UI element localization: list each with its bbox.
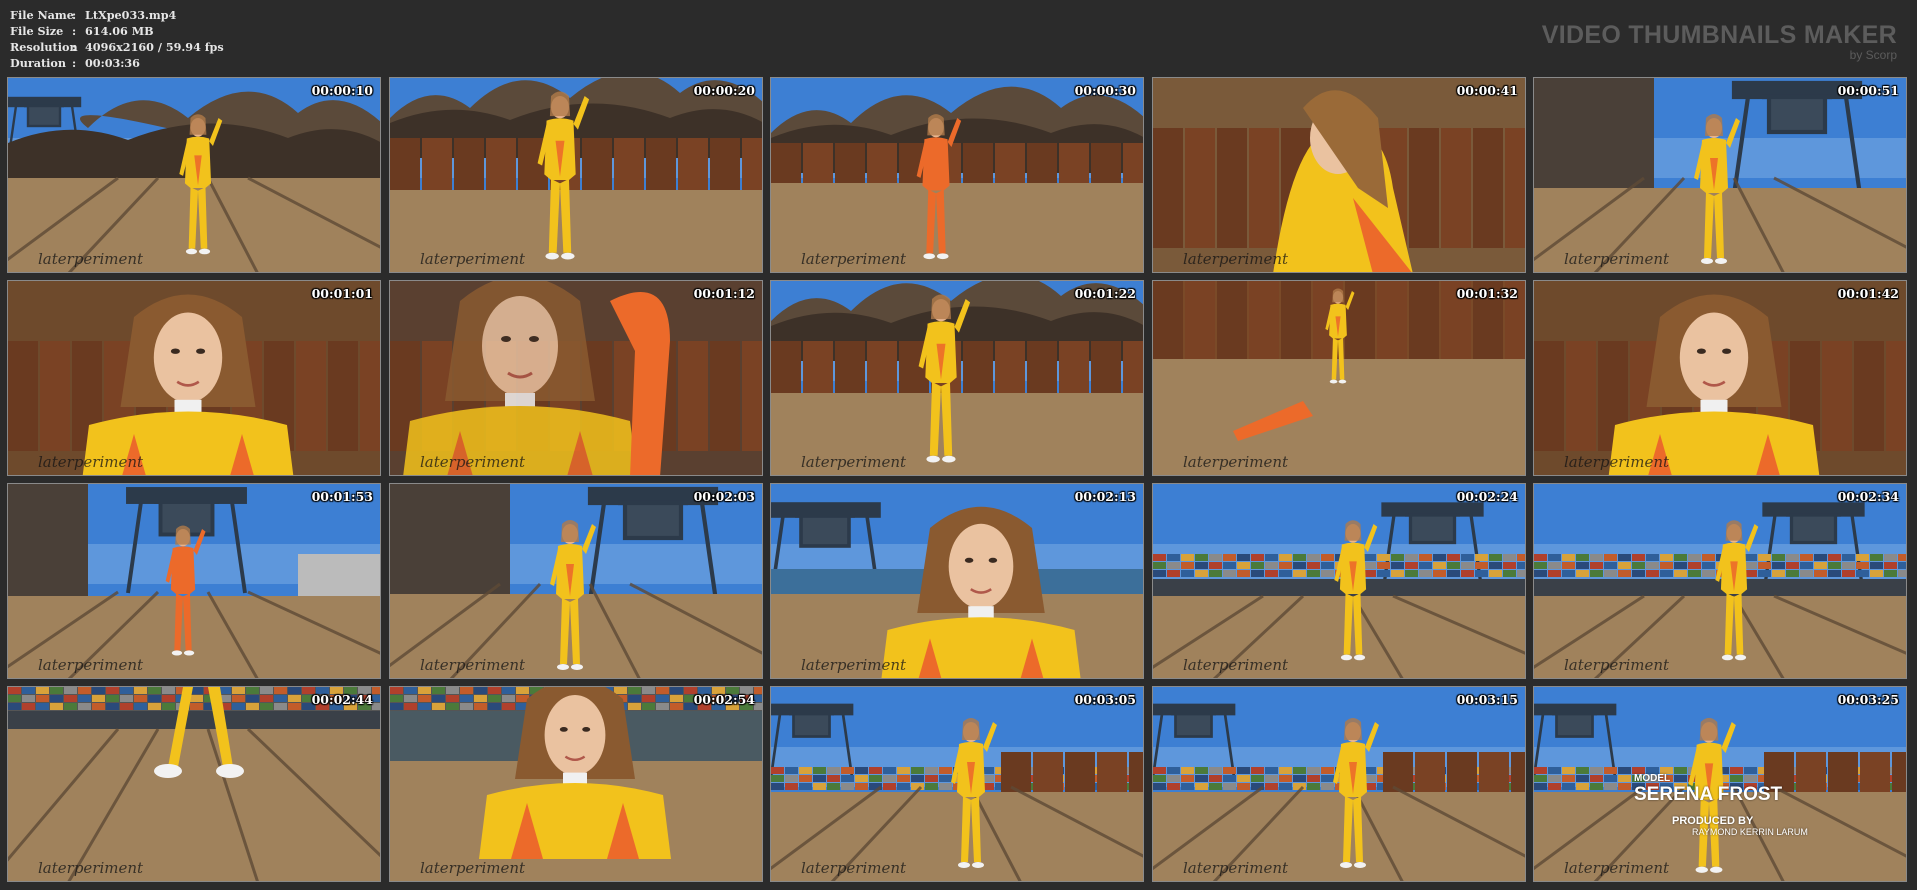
- watermark-logo: laterperiment: [420, 859, 526, 877]
- video-thumbnail: 00:02:13 laterperiment: [770, 483, 1144, 679]
- watermark-logo: laterperiment: [1183, 250, 1289, 268]
- model-label: MODEL: [1634, 773, 1671, 784]
- watermark-logo: laterperiment: [1564, 250, 1670, 268]
- thumbnail-image: [771, 78, 1143, 272]
- watermark-logo: laterperiment: [801, 656, 907, 674]
- watermark-logo: laterperiment: [801, 250, 907, 268]
- watermark-logo: laterperiment: [38, 250, 144, 268]
- timestamp-label: 00:01:53: [311, 489, 373, 504]
- video-thumbnail: 00:00:10 laterperiment: [7, 77, 381, 273]
- timestamp-label: 00:01:01: [311, 286, 373, 301]
- timestamp-label: 00:01:42: [1837, 286, 1899, 301]
- thumbnail-image: [8, 78, 380, 272]
- video-thumbnail: 00:03:05 laterperiment: [770, 686, 1144, 882]
- video-thumbnail: 00:00:30 laterperiment: [770, 77, 1144, 273]
- thumbnail-image: [1534, 281, 1906, 475]
- thumbnail-image: [1534, 78, 1906, 272]
- credits-overlay: MODEL SERENA FROST PRODUCED BY RAYMOND KERR…: [1634, 773, 1808, 838]
- video-thumbnail: 00:00:41 laterperiment: [1152, 77, 1526, 273]
- produced-by-label: PRODUCED BY: [1672, 815, 1754, 827]
- video-thumbnail: 00:01:53 laterperiment: [7, 483, 381, 679]
- thumbnail-image: [1153, 687, 1525, 881]
- model-name: SERENA FROST: [1634, 784, 1783, 805]
- video-thumbnail: 00:01:01 laterperiment: [7, 280, 381, 476]
- timestamp-label: 00:01:12: [693, 286, 755, 301]
- thumbnail-image: [1534, 484, 1906, 678]
- watermark-logo: laterperiment: [38, 656, 144, 674]
- video-thumbnail: 00:03:25 laterperiment MODEL SERENA FROST PR…: [1533, 686, 1907, 882]
- video-thumbnail: 00:02:44 laterperiment: [7, 686, 381, 882]
- watermark-logo: laterperiment: [1183, 859, 1289, 877]
- timestamp-label: 00:00:10: [311, 83, 373, 98]
- video-thumbnail: 00:02:34 laterperiment: [1533, 483, 1907, 679]
- timestamp-label: 00:03:25: [1837, 692, 1899, 707]
- watermark-logo: laterperiment: [420, 656, 526, 674]
- timestamp-label: 00:00:51: [1837, 83, 1899, 98]
- watermark-logo: laterperiment: [801, 453, 907, 471]
- thumbnail-image: [8, 687, 380, 881]
- thumbnail-grid: 00:00:10 laterperiment 00:00:20 laterperim…: [0, 0, 1917, 890]
- timestamp-label: 00:02:03: [693, 489, 755, 504]
- video-thumbnail: 00:01:42 laterperiment: [1533, 280, 1907, 476]
- thumbnail-image: [1153, 484, 1525, 678]
- video-thumbnail: 00:00:20 laterperiment: [389, 77, 763, 273]
- timestamp-label: 00:02:54: [693, 692, 755, 707]
- thumbnail-image: [771, 484, 1143, 678]
- timestamp-label: 00:03:05: [1074, 692, 1136, 707]
- thumbnail-image: [390, 484, 762, 678]
- video-thumbnail: 00:02:03 laterperiment: [389, 483, 763, 679]
- timestamp-label: 00:02:24: [1456, 489, 1518, 504]
- watermark-logo: laterperiment: [38, 453, 144, 471]
- thumbnail-image: [390, 281, 762, 475]
- watermark-logo: laterperiment: [1183, 656, 1289, 674]
- watermark-logo: laterperiment: [1564, 656, 1670, 674]
- watermark-logo: laterperiment: [420, 453, 526, 471]
- thumbnail-image: [8, 484, 380, 678]
- video-thumbnail: 00:01:12 laterperiment: [389, 280, 763, 476]
- video-thumbnail: 00:01:32 laterperiment: [1152, 280, 1526, 476]
- timestamp-label: 00:02:44: [311, 692, 373, 707]
- watermark-logo: laterperiment: [1564, 859, 1670, 877]
- watermark-logo: laterperiment: [1183, 453, 1289, 471]
- timestamp-label: 00:02:13: [1074, 489, 1136, 504]
- thumbnail-image: [8, 281, 380, 475]
- thumbnail-image: [390, 687, 762, 881]
- thumbnail-image: [1153, 78, 1525, 272]
- video-thumbnail: 00:00:51 laterperiment: [1533, 77, 1907, 273]
- timestamp-label: 00:00:41: [1456, 83, 1518, 98]
- thumbnail-image: [390, 78, 762, 272]
- video-thumbnail: 00:02:24 laterperiment: [1152, 483, 1526, 679]
- watermark-logo: laterperiment: [420, 250, 526, 268]
- watermark-logo: laterperiment: [801, 859, 907, 877]
- thumbnail-image: [771, 687, 1143, 881]
- timestamp-label: 00:01:32: [1456, 286, 1518, 301]
- timestamp-label: 00:00:30: [1074, 83, 1136, 98]
- timestamp-label: 00:02:34: [1837, 489, 1899, 504]
- timestamp-label: 00:00:20: [693, 83, 755, 98]
- video-thumbnail: 00:02:54 laterperiment: [389, 686, 763, 882]
- producer-name: RAYMOND KERRIN LARUM: [1692, 827, 1808, 837]
- timestamp-label: 00:01:22: [1074, 286, 1136, 301]
- video-thumbnail: 00:01:22 laterperiment: [770, 280, 1144, 476]
- thumbnail-image: [1153, 281, 1525, 475]
- watermark-logo: laterperiment: [38, 859, 144, 877]
- thumbnail-image: [771, 281, 1143, 475]
- video-thumbnail: 00:03:15 laterperiment: [1152, 686, 1526, 882]
- timestamp-label: 00:03:15: [1456, 692, 1518, 707]
- watermark-logo: laterperiment: [1564, 453, 1670, 471]
